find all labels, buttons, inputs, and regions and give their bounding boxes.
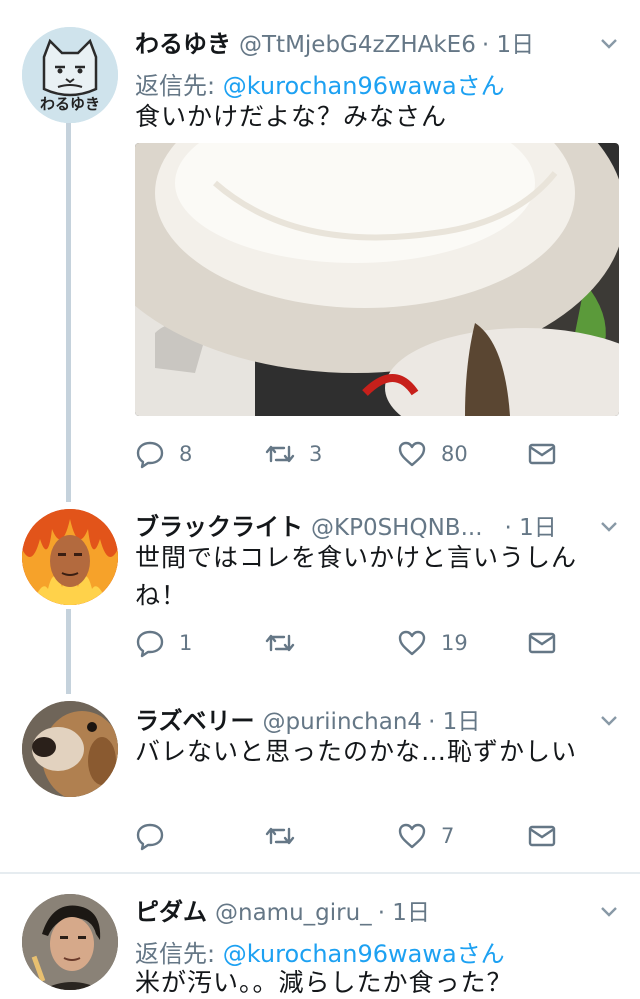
reply-button[interactable]: 1 <box>135 625 192 661</box>
avatar-label: わるゆき <box>39 95 100 113</box>
timestamp[interactable]: · 1日 <box>378 893 430 927</box>
like-icon <box>398 823 426 849</box>
reply-icon <box>136 630 164 658</box>
like-button[interactable]: 80 <box>397 436 468 472</box>
reply-count: 1 <box>179 631 193 655</box>
tweet[interactable]: ブラックライト @KP0SHQNB... · 1日 世間ではコレを食いかけと言い… <box>0 497 640 694</box>
thread-line <box>66 609 71 694</box>
fire-avatar-image <box>22 509 118 605</box>
share-button[interactable] <box>527 818 557 854</box>
timestamp[interactable]: · 1日 <box>482 25 534 59</box>
tweet-photo[interactable] <box>135 143 619 416</box>
tweet-actions: 8 3 80 <box>135 436 575 472</box>
display-name[interactable]: ラズベリー <box>135 701 255 736</box>
dog-avatar-image <box>22 701 118 797</box>
tweet-header: ピダム @namu_giru_ · 1日 <box>135 892 620 926</box>
caret-down-icon[interactable] <box>598 900 620 922</box>
reply-to-mention[interactable]: @kurochan96wawaさん <box>223 72 505 100</box>
reply-to: 返信先: @kurochan96wawaさん <box>135 66 505 101</box>
retweet-count: 3 <box>309 442 323 466</box>
retweet-icon <box>265 827 295 845</box>
reply-count: 8 <box>179 442 193 466</box>
like-count: 7 <box>441 824 455 848</box>
avatar[interactable] <box>22 509 118 605</box>
tweet-text: バレないと思ったのかな…恥ずかしい <box>135 737 578 766</box>
share-icon <box>528 632 556 654</box>
avatar[interactable]: わるゆき <box>22 27 118 123</box>
share-icon <box>528 443 556 465</box>
tweet-text: 米が汚い。。減らしたか食った？ <box>135 968 513 997</box>
display-name[interactable]: ブラックライト <box>135 507 303 542</box>
reply-button[interactable]: 8 <box>135 436 192 472</box>
user-handle[interactable]: @KP0SHQNB... <box>311 515 483 541</box>
tweet-header: わるゆき @TtMjebG4zZHAkE6 · 1日 <box>135 24 620 58</box>
person-avatar-image <box>22 894 118 990</box>
rice-photo-image <box>135 143 619 416</box>
tweet-actions: 7 <box>135 818 575 854</box>
share-button[interactable] <box>527 436 557 472</box>
like-count: 19 <box>441 631 468 655</box>
retweet-button[interactable] <box>265 818 309 854</box>
like-count: 80 <box>441 442 468 466</box>
caret-down-icon[interactable] <box>598 709 620 731</box>
reply-icon <box>136 441 164 469</box>
reply-to-label: 返信先: <box>135 72 216 100</box>
timestamp[interactable]: · 1日 <box>428 702 480 736</box>
caret-down-icon[interactable] <box>598 32 620 54</box>
tweet[interactable]: ピダム @namu_giru_ · 1日 返信先: @kurochan96waw… <box>0 874 640 999</box>
tweet-text: 食いかけだよな？みなさん <box>135 102 448 131</box>
thread-line <box>66 122 71 502</box>
reply-button[interactable] <box>135 818 179 854</box>
user-handle[interactable]: @namu_giru_ <box>215 900 372 926</box>
like-button[interactable]: 7 <box>397 818 454 854</box>
display-name[interactable]: ピダム <box>135 892 207 927</box>
like-icon <box>398 441 426 467</box>
share-icon <box>528 825 556 847</box>
retweet-button[interactable]: 3 <box>265 436 322 472</box>
user-handle[interactable]: @TtMjebG4zZHAkE6 <box>239 32 476 58</box>
tweet-actions: 1 19 <box>135 625 575 661</box>
reply-icon <box>136 823 164 851</box>
retweet-button[interactable] <box>265 625 309 661</box>
tweet[interactable]: ラズベリー @puriinchan4 · 1日 バレないと思ったのかな…恥ずかし… <box>0 687 640 872</box>
tweet-header: ラズベリー @puriinchan4 · 1日 <box>135 701 620 735</box>
like-icon <box>398 630 426 656</box>
share-button[interactable] <box>527 625 557 661</box>
tweet-header: ブラックライト @KP0SHQNB... · 1日 <box>135 507 620 541</box>
caret-down-icon[interactable] <box>598 515 620 537</box>
like-button[interactable]: 19 <box>397 625 468 661</box>
user-handle[interactable]: @puriinchan4 <box>263 709 423 735</box>
tweet[interactable]: わるゆき わるゆき @TtMjebG4zZHAkE6 · 1日 返信先: @ku… <box>0 0 640 502</box>
avatar[interactable] <box>22 701 118 797</box>
avatar[interactable] <box>22 894 118 990</box>
tweet-text: 世間ではコレを食いかけと言いうしんね！ <box>135 543 578 610</box>
retweet-icon <box>265 445 295 463</box>
timestamp[interactable]: · 1日 <box>505 508 557 542</box>
retweet-icon <box>265 634 295 652</box>
display-name[interactable]: わるゆき <box>135 24 231 59</box>
